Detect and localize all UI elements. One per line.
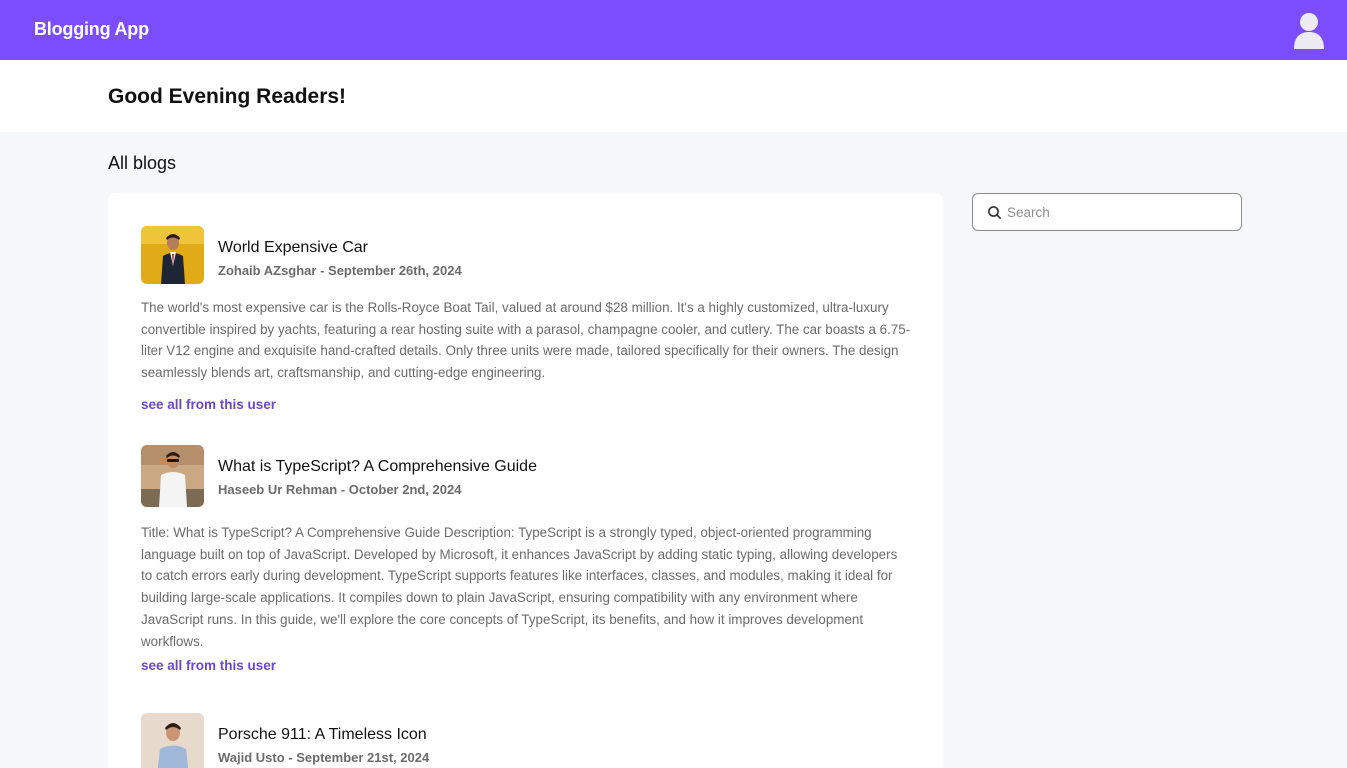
post-author-date: Haseeb Ur Rehman - October 2nd, 2024 xyxy=(218,482,462,497)
page-greeting: Good Evening Readers! xyxy=(108,85,347,108)
search-box xyxy=(972,193,1242,231)
section-title: All blogs xyxy=(108,153,177,173)
search-icon xyxy=(988,206,1001,219)
app-brand[interactable]: Blogging App xyxy=(34,19,149,40)
blog-post: What is TypeScript? A Comprehensive Guid… xyxy=(141,445,911,685)
see-all-from-user-link[interactable]: see all from this user xyxy=(141,397,276,412)
author-photo xyxy=(141,713,204,768)
blog-post: World Expensive Car Zohaib AZsghar - Sep… xyxy=(141,226,911,416)
search-input[interactable] xyxy=(1007,202,1232,222)
author-photo xyxy=(141,445,204,507)
top-navbar: Blogging App xyxy=(0,0,1347,60)
post-title[interactable]: Porsche 911: A Timeless Icon xyxy=(218,726,427,744)
post-excerpt: The world's most expensive car is the Ro… xyxy=(141,300,911,381)
post-author-date: Zohaib AZsghar - September 26th, 2024 xyxy=(218,263,462,278)
see-all-from-user-link[interactable]: see all from this user xyxy=(141,658,276,673)
post-title[interactable]: World Expensive Car xyxy=(218,239,368,257)
user-avatar-icon[interactable] xyxy=(1291,10,1327,50)
greeting-band: Good Evening Readers! xyxy=(0,60,1347,132)
blog-post: Porsche 911: A Timeless Icon Wajid Usto … xyxy=(141,713,911,768)
post-title[interactable]: What is TypeScript? A Comprehensive Guid… xyxy=(218,458,537,476)
post-author-date: Wajid Usto - September 21st, 2024 xyxy=(218,750,430,765)
author-photo xyxy=(141,226,204,284)
post-excerpt: Title: What is TypeScript? A Comprehensi… xyxy=(141,525,898,649)
blog-list-card: World Expensive Car Zohaib AZsghar - Sep… xyxy=(108,193,943,768)
